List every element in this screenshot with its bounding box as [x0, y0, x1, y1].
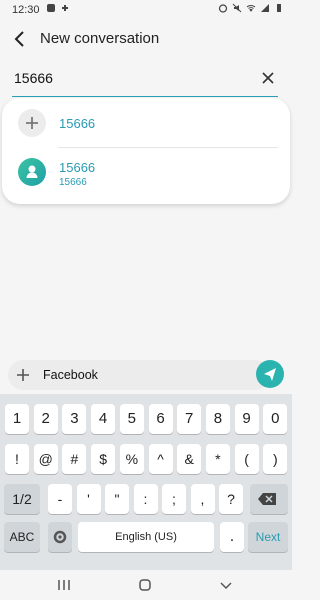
key-row3-1[interactable]: ' — [76, 484, 101, 514]
key-row2-8[interactable]: ( — [234, 444, 259, 474]
key-row2-3[interactable]: $ — [91, 444, 116, 474]
add-avatar — [18, 109, 46, 137]
key-row2-4[interactable]: % — [119, 444, 144, 474]
key-row1-6[interactable]: 7 — [177, 404, 202, 434]
status-right-icons — [218, 3, 284, 13]
key-row2-6[interactable]: & — [177, 444, 202, 474]
key-row3-2[interactable]: " — [105, 484, 129, 514]
key-row3-6[interactable]: ? — [219, 484, 243, 514]
key-row1-7[interactable]: 8 — [205, 404, 230, 434]
key-row2-0[interactable]: ! — [5, 444, 29, 474]
mute-icon — [232, 3, 242, 13]
key-row1-3[interactable]: 4 — [91, 404, 116, 434]
send-icon — [264, 368, 276, 381]
key-row3-0[interactable]: - — [48, 484, 72, 514]
chevron-down-icon[interactable] — [218, 577, 234, 593]
message-input[interactable]: Facebook — [43, 368, 98, 382]
key-next[interactable]: Next — [248, 522, 288, 552]
avatar — [18, 158, 46, 186]
key-row3-4[interactable]: ; — [162, 484, 186, 514]
suggestion-number: 15666 — [59, 116, 96, 131]
key-settings[interactable] — [48, 522, 72, 552]
search-input[interactable]: 15666 — [14, 70, 53, 86]
page-title: New conversation — [40, 30, 160, 47]
recents-icon[interactable] — [56, 577, 72, 593]
key-row1-5[interactable]: 6 — [148, 404, 173, 434]
contact-name: 15666 — [59, 160, 96, 175]
close-icon[interactable] — [260, 70, 276, 86]
key-row1-1[interactable]: 2 — [33, 404, 58, 434]
suggestions-panel: 15666 15666 15666 — [2, 98, 290, 204]
key-row3-5[interactable]: , — [190, 484, 215, 514]
key-row2-5[interactable]: ^ — [148, 444, 173, 474]
alarm-icon — [218, 4, 228, 13]
backspace-icon — [258, 493, 276, 505]
status-time: 12:30 — [12, 4, 40, 16]
slack-icon — [62, 5, 68, 11]
signal-icon — [261, 4, 269, 12]
wifi-icon — [246, 5, 256, 12]
key-row2-7[interactable]: * — [205, 444, 230, 474]
key-row2-1[interactable]: @ — [33, 444, 58, 474]
key-row1-2[interactable]: 3 — [62, 404, 87, 434]
send-button[interactable] — [256, 360, 284, 388]
battery-icon — [277, 4, 281, 12]
plus-icon[interactable] — [14, 366, 32, 384]
add-number-suggestion[interactable]: 15666 — [2, 98, 290, 148]
key-onehalf[interactable]: 1/2 — [4, 484, 40, 514]
key-row2-2[interactable]: # — [62, 444, 87, 474]
key-row1-0[interactable]: 1 — [5, 404, 29, 434]
key-abc[interactable]: ABC — [4, 522, 40, 552]
gear-icon — [53, 530, 67, 544]
plus-icon — [26, 117, 38, 129]
keyboard: 1/2 ABC English (US) . Next 1 2 3 4 5 6 7 8 9 0! @… — [0, 394, 292, 570]
recipient-search[interactable]: 15666 — [12, 64, 278, 97]
contact-suggestion[interactable]: 15666 15666 — [2, 150, 290, 200]
key-row3-3[interactable]: : — [133, 484, 158, 514]
arrow-left-icon[interactable] — [10, 28, 32, 50]
navigation-bar — [0, 570, 292, 600]
status-left-icons — [46, 3, 70, 13]
key-delete[interactable] — [250, 484, 288, 514]
key-row1-4[interactable]: 5 — [119, 404, 144, 434]
key-row1-8[interactable]: 9 — [234, 404, 259, 434]
divider — [58, 147, 278, 148]
message-bar: Facebook — [0, 358, 292, 394]
app-bar: New conversation — [0, 20, 292, 60]
contact-number: 15666 — [59, 177, 87, 188]
status-bar: 12:30 — [0, 0, 292, 20]
notification-icon — [47, 4, 55, 12]
key-row2-9[interactable]: ) — [263, 444, 288, 474]
key-row1-9[interactable]: 0 — [263, 404, 288, 434]
key-space[interactable]: English (US) — [78, 522, 214, 552]
person-icon — [26, 165, 38, 178]
home-icon[interactable] — [137, 577, 153, 593]
key-dot[interactable]: . — [220, 522, 244, 552]
